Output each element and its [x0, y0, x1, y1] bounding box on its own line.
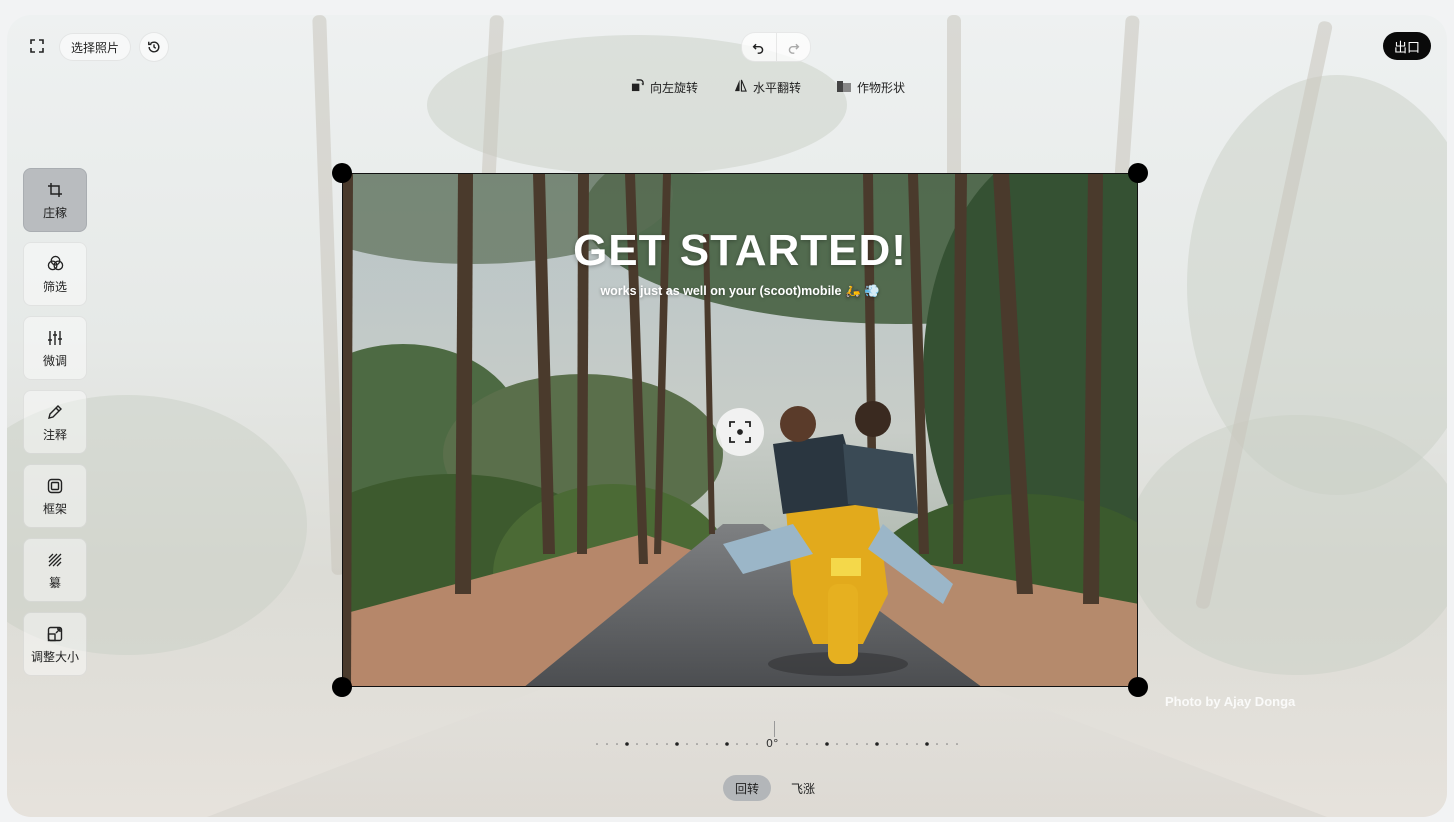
tab-rotate[interactable]: 回转 [723, 775, 772, 801]
dial-ticks [596, 742, 958, 746]
crop-handle-top-right[interactable] [1128, 163, 1148, 183]
dial-tick [925, 742, 929, 746]
dial-tick [736, 743, 738, 745]
sidebar-item-label: 微调 [42, 353, 67, 368]
dial-tick [825, 742, 829, 746]
dial-tick [646, 743, 648, 745]
pencil-icon [47, 402, 63, 422]
crop-handle-top-left[interactable] [332, 163, 352, 183]
dial-tick [666, 743, 668, 745]
dial-tick [625, 742, 629, 746]
sidebar-item-frame[interactable]: 框架 [23, 464, 87, 528]
sidebar: 庄稼 筛选 微调 注释 框架 纂 调整大小 [23, 168, 87, 686]
dial-tick [686, 743, 688, 745]
photo-title-text: GET STARTED! [573, 226, 907, 275]
dial-tick [696, 743, 698, 745]
crop-shape-icon [837, 79, 852, 96]
sidebar-item-crop[interactable]: 庄稼 [23, 168, 87, 232]
crop-icon [47, 180, 63, 200]
sidebar-item-label: 注释 [42, 427, 67, 442]
dial-tick [896, 743, 898, 745]
sidebar-item-texture[interactable]: 纂 [23, 538, 87, 602]
sidebar-item-resize[interactable]: 调整大小 [23, 612, 87, 676]
dial-tick [716, 743, 718, 745]
frame-icon [47, 476, 63, 496]
dial-tick [725, 742, 729, 746]
dial-tick [866, 743, 868, 745]
sidebar-item-label: 庄稼 [42, 205, 67, 220]
dial-tick [675, 742, 679, 746]
focus-center-button[interactable] [716, 408, 764, 456]
dial-tick [906, 743, 908, 745]
dial-tick [596, 743, 598, 745]
crop-mode-tabs: 回转 飞涨 [723, 775, 827, 801]
rotate-left-button[interactable]: 向左旋转 [631, 79, 698, 96]
dial-tick [856, 743, 858, 745]
dial-tick [786, 743, 788, 745]
export-button[interactable]: 出口 [1383, 32, 1431, 60]
sidebar-item-finetune[interactable]: 微调 [23, 316, 87, 380]
select-photo-button[interactable]: 选择照片 [59, 33, 132, 61]
dial-tick [846, 743, 848, 745]
texture-icon [48, 550, 62, 570]
dial-tick [796, 743, 798, 745]
dial-tick [656, 743, 658, 745]
crop-tools: 向左旋转 水平翻转 作物形状 [631, 79, 905, 96]
sliders-icon [47, 328, 63, 348]
undo-redo-group [741, 32, 811, 62]
flip-horizontal-button[interactable]: 水平翻转 [734, 79, 801, 96]
focus-icon [729, 421, 751, 443]
history-icon[interactable] [139, 32, 169, 62]
sidebar-item-annotate[interactable]: 注释 [23, 390, 87, 454]
rotate-left-icon [631, 79, 644, 96]
redo-icon[interactable] [775, 33, 811, 61]
dial-tick [946, 743, 948, 745]
tool-label: 作物形状 [857, 81, 906, 95]
editor-window: Photo by Ajay Donga 选择照片 出口 向左旋转 水平翻转 作物… [7, 15, 1447, 817]
dial-tick [886, 743, 888, 745]
flip-horizontal-icon [734, 79, 747, 96]
dial-tick [936, 743, 938, 745]
dial-tick [806, 743, 808, 745]
crop-handle-bottom-left[interactable] [332, 677, 352, 697]
dial-tick [746, 743, 748, 745]
fullscreen-icon[interactable] [23, 32, 51, 60]
rotation-dial[interactable]: 0° [592, 721, 962, 751]
sidebar-item-label: 调整大小 [30, 649, 79, 664]
dial-tick [606, 743, 608, 745]
dial-tick [816, 743, 818, 745]
filter-icon [47, 254, 64, 274]
sidebar-item-label: 纂 [48, 575, 61, 590]
tool-label: 水平翻转 [753, 81, 802, 95]
dial-indicator [774, 721, 775, 737]
sidebar-item-label: 框架 [42, 501, 67, 516]
dial-tick [616, 743, 618, 745]
tool-label: 向左旋转 [650, 81, 699, 95]
crop-area[interactable]: GET STARTED! works just as well on your … [342, 173, 1138, 687]
undo-icon[interactable] [742, 33, 776, 61]
dial-tick [875, 742, 879, 746]
dial-tick [916, 743, 918, 745]
dial-tick [706, 743, 708, 745]
resize-icon [47, 624, 63, 644]
sidebar-item-filter[interactable]: 筛选 [23, 242, 87, 306]
photo-subtitle-text: works just as well on your (scoot)mobile… [600, 284, 880, 298]
sidebar-item-label: 筛选 [42, 279, 67, 294]
photo-credit: Photo by Ajay Donga [1165, 694, 1296, 709]
crop-shape-button[interactable]: 作物形状 [837, 79, 905, 96]
dial-tick [756, 743, 758, 745]
dial-tick [636, 743, 638, 745]
crop-handle-bottom-right[interactable] [1128, 677, 1148, 697]
dial-tick [956, 743, 958, 745]
dial-tick [836, 743, 838, 745]
tab-zoom[interactable]: 飞涨 [779, 775, 827, 801]
